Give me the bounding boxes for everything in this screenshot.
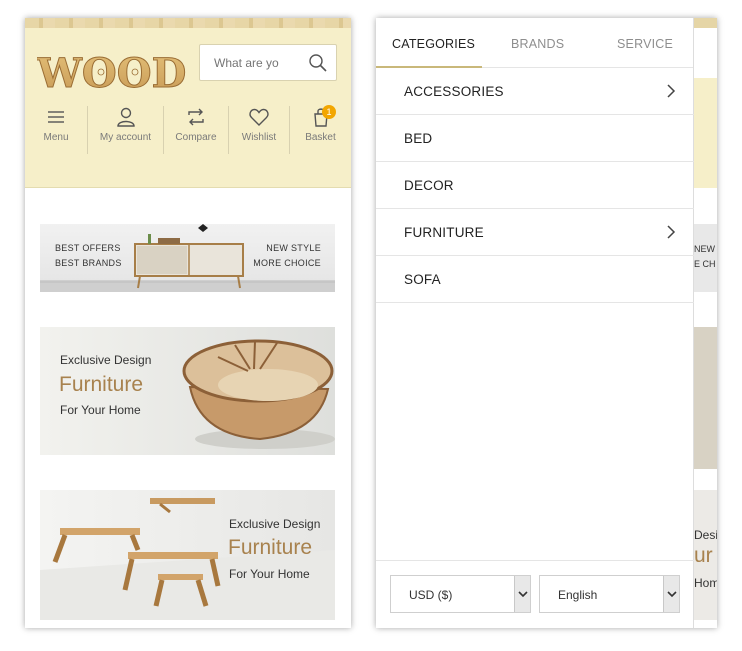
nav-my-account[interactable]: My account	[88, 98, 163, 153]
user-icon	[116, 107, 135, 127]
category-label: FURNITURE	[404, 225, 484, 240]
currency-select[interactable]: USD ($)	[390, 575, 531, 613]
nav-wishlist[interactable]: Wishlist	[229, 98, 289, 153]
background-text-line: ur	[694, 544, 713, 567]
banner1-line: BEST BRANDS	[55, 258, 122, 268]
category-label: ACCESSORIES	[404, 84, 504, 99]
nav-wishlist-label: Wishlist	[241, 132, 277, 143]
search-box[interactable]	[199, 44, 337, 81]
shop-header: WOOD Menu	[25, 28, 351, 188]
basket-count-badge: 1	[322, 105, 336, 119]
background-banner1: NEW E CH	[694, 224, 717, 292]
category-item-sofa[interactable]: SOFA	[376, 256, 694, 303]
background-banner2	[694, 327, 717, 469]
background-text-line: NEW	[694, 244, 715, 254]
category-drawer: CATEGORIES BRANDS SERVICE ACCESSORIES BE…	[376, 18, 694, 628]
category-item-bed[interactable]: BED	[376, 115, 694, 162]
wood-texture-strip	[25, 18, 351, 28]
background-header	[694, 78, 717, 188]
banner1-line: NEW STYLE	[266, 243, 321, 253]
nav-compare[interactable]: Compare	[164, 98, 228, 153]
language-value: English	[558, 588, 598, 602]
category-label: SOFA	[404, 272, 441, 287]
banner3-tagline-top: Exclusive Design	[229, 517, 321, 531]
wood-texture-strip	[694, 18, 717, 28]
chevron-down-icon	[667, 591, 677, 598]
currency-value: USD ($)	[409, 588, 453, 602]
category-label: DECOR	[404, 178, 454, 193]
category-item-decor[interactable]: DECOR	[376, 162, 694, 209]
heart-icon	[249, 108, 269, 126]
promo-banner-furniture-benches[interactable]: Exclusive Design Furniture For Your Home	[40, 490, 335, 620]
nav-compare-label: Compare	[175, 132, 217, 143]
language-select[interactable]: English	[539, 575, 680, 613]
hamburger-menu-icon	[48, 111, 64, 123]
banner2-headline: Furniture	[59, 373, 144, 396]
category-item-accessories[interactable]: ACCESSORIES	[376, 68, 694, 115]
category-label: BED	[404, 131, 433, 146]
drawer-tabs: CATEGORIES BRANDS SERVICE	[376, 18, 693, 68]
banner1-right-text: NEW STYLE MORE CHOICE	[253, 241, 321, 271]
banner3-tagline-bottom: For Your Home	[229, 567, 310, 581]
nav-menu[interactable]: Menu	[25, 98, 87, 153]
background-text-line: Desi	[694, 528, 717, 542]
nav-my-account-label: My account	[99, 132, 152, 143]
nav-menu-label: Menu	[43, 132, 69, 143]
nav-basket[interactable]: Basket 1	[290, 98, 351, 153]
banner1-line: BEST OFFERS	[55, 243, 121, 253]
chevron-down-icon	[518, 591, 528, 598]
compare-arrows-icon	[188, 108, 204, 126]
category-item-furniture[interactable]: FURNITURE	[376, 209, 694, 256]
tab-categories[interactable]: CATEGORIES	[392, 37, 475, 51]
tab-service[interactable]: SERVICE	[617, 37, 673, 51]
search-input[interactable]	[200, 45, 300, 80]
promo-banner-best-offers[interactable]: BEST OFFERS BEST BRANDS NEW STYLE MORE C…	[40, 224, 335, 292]
banner3-headline: Furniture	[228, 536, 313, 559]
banner1-left-text: BEST OFFERS BEST BRANDS	[55, 241, 122, 271]
nav-basket-label: Basket	[305, 132, 336, 143]
background-text-line: E CH	[694, 259, 716, 269]
background-text-line: Hom	[694, 576, 717, 590]
search-icon[interactable]	[308, 53, 328, 73]
tab-brands[interactable]: BRANDS	[511, 37, 564, 51]
currency-dropdown-button[interactable]	[514, 576, 530, 612]
category-drawer-screen: NEW E CH Desi ur Hom CATEGORIES BRANDS S…	[376, 18, 717, 628]
logo-wordmark: WOOD	[37, 52, 186, 92]
promo-banner-furniture-chair[interactable]: Exclusive Design Furniture For Your Home	[40, 327, 335, 455]
banner2-tagline-top: Exclusive Design	[60, 353, 152, 367]
chevron-right-icon[interactable]	[666, 225, 676, 239]
header-nav: Menu My account Compare Wishlist Basket …	[25, 98, 351, 154]
background-banner3: Desi ur Hom	[694, 490, 717, 620]
banner1-line: MORE CHOICE	[253, 258, 321, 268]
wood-logo[interactable]: WOOD	[37, 52, 189, 92]
background-page-peek: NEW E CH Desi ur Hom	[694, 18, 717, 628]
language-dropdown-button[interactable]	[663, 576, 679, 612]
banner2-tagline-bottom: For Your Home	[60, 403, 141, 417]
background-banner1-text: NEW E CH	[694, 242, 716, 272]
shop-homepage-screen: WOOD Menu	[25, 18, 351, 628]
chevron-right-icon[interactable]	[666, 84, 676, 98]
drawer-footer: USD ($) English	[376, 560, 694, 628]
